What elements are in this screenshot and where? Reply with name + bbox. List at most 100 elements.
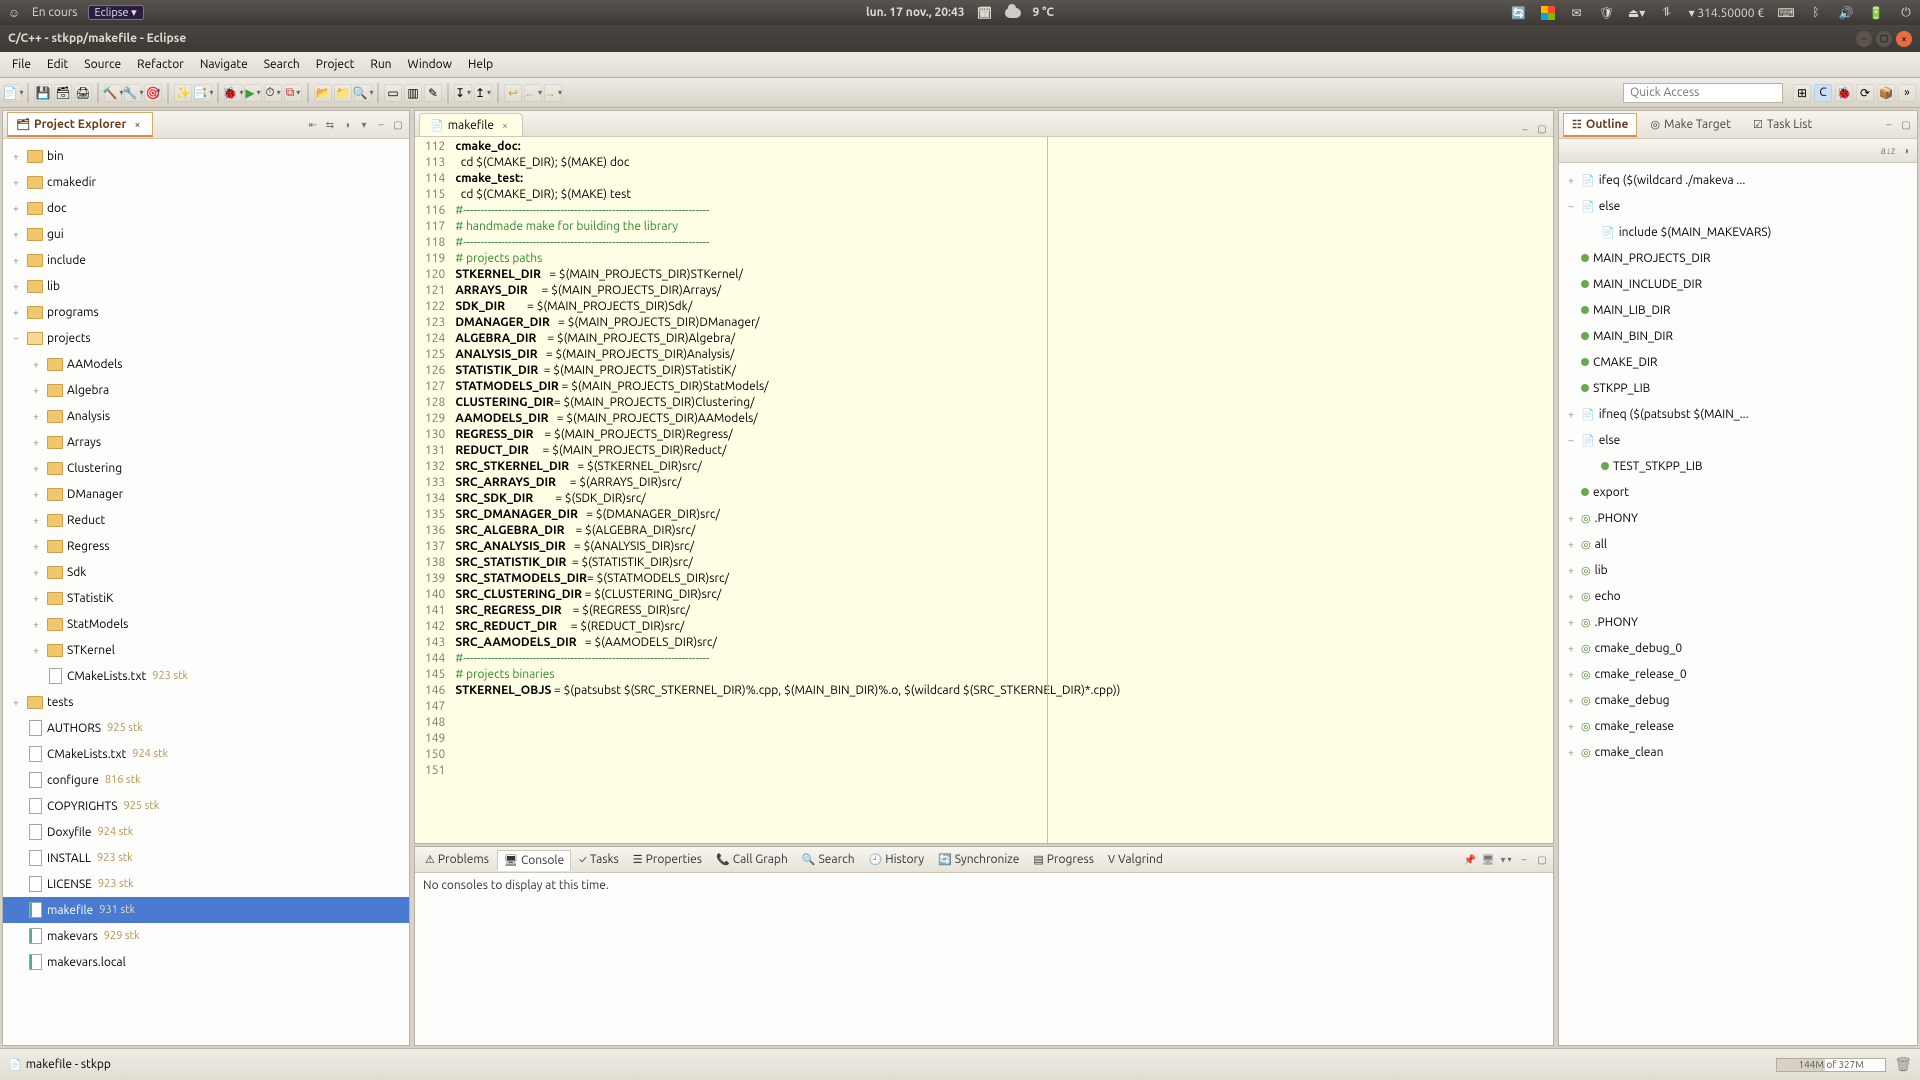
debug-button[interactable]: 🐞 <box>224 84 242 102</box>
bottom-tab-valgrind[interactable]: VValgrind <box>1102 850 1169 869</box>
wand-button[interactable]: ✨ <box>174 84 192 102</box>
focus-task-button[interactable]: ◑ <box>340 118 354 132</box>
tree-item-doxyfile[interactable]: Doxyfile924 stk <box>3 819 409 845</box>
link-editor-button[interactable]: ⇆ <box>323 118 337 132</box>
tree-item-include[interactable]: +include <box>3 247 409 273</box>
build-target-button[interactable]: 🎯 <box>144 84 162 102</box>
editor-tab-close-icon[interactable]: × <box>498 118 512 132</box>
bottom-tab-progress[interactable]: ▤Progress <box>1027 850 1100 869</box>
tree-item-cmakelists-txt[interactable]: CMakeLists.txt923 stk <box>3 663 409 689</box>
toggle-block-button[interactable]: ▥ <box>404 84 422 102</box>
bottom-minimize-button[interactable]: – <box>1517 853 1531 867</box>
outline-item[interactable]: +.PHONY <box>1559 609 1917 635</box>
outline-item[interactable]: +cmake_release <box>1559 713 1917 739</box>
perspective-debug-button[interactable]: 🐞 <box>1835 84 1853 102</box>
tray-eject-icon[interactable]: ⏏▾ <box>1629 5 1645 21</box>
tray-power-icon[interactable]: ⏻ <box>1898 5 1914 21</box>
save-button[interactable]: 💾 <box>34 84 52 102</box>
tree-item-clustering[interactable]: +Clustering <box>3 455 409 481</box>
window-maximize-button[interactable]: ▢ <box>1876 31 1892 47</box>
tree-item-license[interactable]: LICENSE923 stk <box>3 871 409 897</box>
menu-source[interactable]: Source <box>76 55 129 74</box>
external-tools-button[interactable]: ⧉ <box>284 84 302 102</box>
tree-item-cmakedir[interactable]: +cmakedir <box>3 169 409 195</box>
project-tree[interactable]: +bin+cmakedir+doc+gui+include+lib+progra… <box>3 139 409 1045</box>
tree-item-tests[interactable]: +tests <box>3 689 409 715</box>
outline-tree[interactable]: +📄ifeq ($(wildcard ./makeva ...–📄else📄in… <box>1559 163 1917 1045</box>
tree-item-install[interactable]: INSTALL923 stk <box>3 845 409 871</box>
tree-item-statmodels[interactable]: +StatModels <box>3 611 409 637</box>
tree-item-doc[interactable]: +doc <box>3 195 409 221</box>
tab-close-icon[interactable]: × <box>130 117 144 131</box>
editor-minimize-button[interactable]: – <box>1518 122 1532 136</box>
clock[interactable]: lun. 17 nov., 20:43 <box>866 6 965 19</box>
menu-project[interactable]: Project <box>308 55 363 74</box>
outline-tab-outline[interactable]: ☷Outline <box>1563 113 1637 137</box>
outline-item[interactable]: +cmake_debug_0 <box>1559 635 1917 661</box>
build-config-button[interactable]: 🔧 <box>124 84 142 102</box>
bottom-maximize-button[interactable]: ▢ <box>1535 853 1549 867</box>
outline-item[interactable]: +all <box>1559 531 1917 557</box>
outline-tab-make-target[interactable]: ◎Make Target <box>1641 113 1740 136</box>
outline-item[interactable]: MAIN_INCLUDE_DIR <box>1559 271 1917 297</box>
tree-item-analysis[interactable]: +Analysis <box>3 403 409 429</box>
maximize-view-button[interactable]: ▢ <box>391 118 405 132</box>
tray-windows-icon[interactable] <box>1541 6 1555 20</box>
menu-refactor[interactable]: Refactor <box>129 55 192 74</box>
outline-item[interactable]: +cmake_release_0 <box>1559 661 1917 687</box>
tree-item-bin[interactable]: +bin <box>3 143 409 169</box>
bottom-tab-history[interactable]: 🕘History <box>863 850 931 869</box>
outline-item[interactable]: +cmake_clean <box>1559 739 1917 765</box>
bottom-tab-tasks[interactable]: ✓Tasks <box>573 850 625 869</box>
menu-navigate[interactable]: Navigate <box>192 55 256 74</box>
view-menu-button[interactable]: ▾ <box>357 118 371 132</box>
tree-item-stkernel[interactable]: +STKernel <box>3 637 409 663</box>
perspective-cpp-button[interactable]: C <box>1814 84 1832 102</box>
outline-item[interactable]: export <box>1559 479 1917 505</box>
last-edit-button[interactable]: ↩ <box>504 84 522 102</box>
bottom-tab-call-graph[interactable]: 📞Call Graph <box>710 850 794 869</box>
tree-item-configure[interactable]: configure816 stk <box>3 767 409 793</box>
tree-item-statistik[interactable]: +STatistiK <box>3 585 409 611</box>
heap-indicator[interactable]: 144M of 327M <box>1776 1058 1886 1072</box>
tray-battery-icon[interactable]: 🔋 <box>1868 5 1884 21</box>
menu-file[interactable]: File <box>4 55 39 74</box>
tray-app-icon[interactable]: 🛡 <box>1599 5 1615 21</box>
perspective-more-button[interactable]: » <box>1898 84 1916 102</box>
tree-item-gui[interactable]: +gui <box>3 221 409 247</box>
outline-item[interactable]: MAIN_PROJECTS_DIR <box>1559 245 1917 271</box>
tree-item-dmanager[interactable]: +DManager <box>3 481 409 507</box>
outline-sort-button[interactable]: a↓z <box>1881 144 1895 158</box>
quick-access-input[interactable] <box>1623 83 1783 103</box>
activities-icon[interactable]: ☺ <box>6 5 22 21</box>
tree-item-sdk[interactable]: +Sdk <box>3 559 409 585</box>
tray-network-icon[interactable]: ⥮ <box>1659 5 1675 21</box>
tree-item-cmakelists-txt[interactable]: CMakeLists.txt924 stk <box>3 741 409 767</box>
tree-item-makevars-local[interactable]: makevars.local <box>3 949 409 975</box>
prev-annotation-button[interactable]: ↥ <box>474 84 492 102</box>
run-button[interactable]: ▶ <box>244 84 262 102</box>
menu-run[interactable]: Run <box>362 55 399 74</box>
menu-help[interactable]: Help <box>460 55 501 74</box>
tree-item-reduct[interactable]: +Reduct <box>3 507 409 533</box>
open-perspective-button[interactable]: ⊞ <box>1793 84 1811 102</box>
perspective-sync-button[interactable]: ⟳ <box>1856 84 1874 102</box>
outline-focus-button[interactable]: ◑ <box>1899 144 1913 158</box>
print-button[interactable]: 🖨 <box>74 84 92 102</box>
tray-mail-icon[interactable]: ✉ <box>1569 5 1585 21</box>
minimize-view-button[interactable]: – <box>374 118 388 132</box>
tree-item-copyrights[interactable]: COPYRIGHTS925 stk <box>3 793 409 819</box>
tree-item-authors[interactable]: AUTHORS925 stk <box>3 715 409 741</box>
project-explorer-tab[interactable]: 🗂 Project Explorer × <box>7 112 153 137</box>
bottom-tab-properties[interactable]: ☰Properties <box>627 850 708 869</box>
window-minimize-button[interactable]: – <box>1856 31 1872 47</box>
window-close-button[interactable]: × <box>1896 31 1912 47</box>
outline-item[interactable]: MAIN_LIB_DIR <box>1559 297 1917 323</box>
weather-icon[interactable] <box>1005 8 1021 18</box>
search-button[interactable]: 🔍 <box>354 84 372 102</box>
editor-body[interactable]: 1121131141151161171181191201211221231241… <box>415 137 1553 843</box>
tree-item-lib[interactable]: +lib <box>3 273 409 299</box>
temperature[interactable]: 9 °C <box>1033 6 1055 19</box>
open-task-button[interactable]: 📁 <box>334 84 352 102</box>
outline-minimize-button[interactable]: – <box>1882 118 1896 132</box>
